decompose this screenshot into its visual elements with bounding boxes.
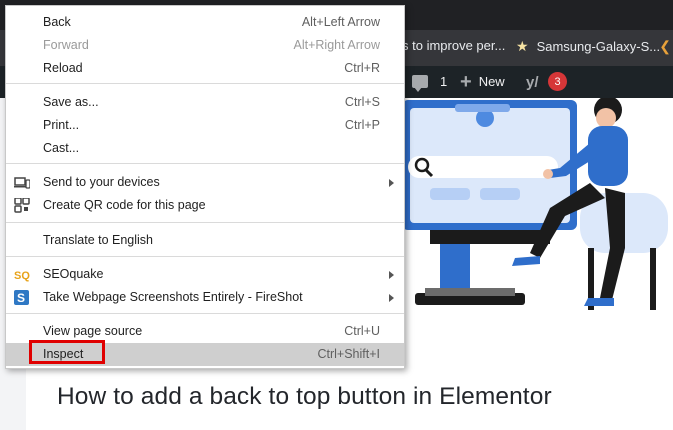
submenu-arrow-icon xyxy=(389,179,394,187)
bookmark-item[interactable]: s to improve per... xyxy=(402,38,505,53)
menu-item-shortcut: Alt+Left Arrow xyxy=(301,15,380,29)
new-content-button[interactable]: + New xyxy=(460,70,505,93)
comments-count: 1 xyxy=(440,74,448,89)
menu-item-cast[interactable]: Cast... xyxy=(6,137,404,160)
menu-item-label: Reload xyxy=(43,61,83,75)
menu-item-label: Forward xyxy=(43,38,89,52)
menu-item-create-qr[interactable]: Create QR code for this page xyxy=(6,194,404,217)
hero-illustration xyxy=(400,98,673,320)
menu-separator xyxy=(6,83,404,84)
menu-item-label: SEOquake xyxy=(43,267,104,281)
context-menu: Back Alt+Left Arrow Forward Alt+Right Ar… xyxy=(5,5,405,369)
menu-item-reload[interactable]: Reload Ctrl+R xyxy=(6,57,404,80)
menu-item-label: Take Webpage Screenshots Entirely - Fire… xyxy=(43,290,303,304)
devices-icon xyxy=(14,177,30,189)
article-title: How to add a back to top button in Eleme… xyxy=(57,383,552,410)
svg-text:S: S xyxy=(17,291,25,305)
menu-item-label: Cast... xyxy=(43,141,80,155)
svg-text:SQ: SQ xyxy=(14,270,30,282)
seoquake-icon: SQ xyxy=(14,270,30,282)
menu-item-back[interactable]: Back Alt+Left Arrow xyxy=(6,11,404,34)
menu-item-shortcut: Ctrl+U xyxy=(344,324,380,338)
plus-icon: + xyxy=(460,70,472,93)
menu-item-shortcut: Ctrl+R xyxy=(344,61,380,75)
menu-item-save-as[interactable]: Save as... Ctrl+S xyxy=(6,91,404,114)
menu-item-print[interactable]: Print... Ctrl+P xyxy=(6,114,404,137)
fireshot-icon: S xyxy=(14,290,29,305)
bookmark-item[interactable]: ★ Samsung-Galaxy-S... xyxy=(516,38,660,55)
new-label: New xyxy=(478,74,505,89)
yoast-seo-menu[interactable]: y/ 3 xyxy=(526,72,567,91)
menu-item-label: Print... xyxy=(43,118,80,132)
menu-item-label: Translate to English xyxy=(43,233,154,247)
yoast-icon: y/ xyxy=(526,73,539,91)
menu-separator xyxy=(6,222,404,223)
menu-item-shortcut: Ctrl+S xyxy=(344,95,380,109)
menu-item-shortcut: Alt+Right Arrow xyxy=(293,38,381,52)
comment-icon xyxy=(412,75,428,92)
menu-item-label: Send to your devices xyxy=(43,175,160,189)
menu-item-shortcut: Ctrl+P xyxy=(344,118,380,132)
menu-separator xyxy=(6,313,404,314)
submenu-arrow-icon xyxy=(389,271,394,279)
menu-item-translate[interactable]: Translate to English xyxy=(6,229,404,252)
menu-item-label: Save as... xyxy=(43,95,99,109)
menu-item-seoquake[interactable]: SQ SEOquake xyxy=(6,263,404,286)
menu-item-label: Create QR code for this page xyxy=(43,198,206,212)
menu-item-label: Back xyxy=(43,15,71,29)
bookmark-label: Samsung-Galaxy-S... xyxy=(536,39,661,54)
star-icon: ★ xyxy=(516,38,529,54)
menu-separator xyxy=(6,163,404,164)
chevron-left-icon[interactable]: ❮ xyxy=(659,38,671,55)
menu-item-send-to-devices[interactable]: Send to your devices xyxy=(6,171,404,194)
menu-item-shortcut: Ctrl+Shift+I xyxy=(317,347,380,361)
comments-link[interactable]: 1 xyxy=(412,74,448,92)
menu-separator xyxy=(6,256,404,257)
menu-item-forward[interactable]: Forward Alt+Right Arrow xyxy=(6,34,404,57)
submenu-arrow-icon xyxy=(389,294,394,302)
menu-item-label: View page source xyxy=(43,324,143,338)
inspect-callout-box xyxy=(29,340,105,364)
menu-item-fireshot[interactable]: S Take Webpage Screenshots Entirely - Fi… xyxy=(6,286,404,309)
notification-badge: 3 xyxy=(548,72,567,91)
qr-code-icon xyxy=(14,198,30,213)
